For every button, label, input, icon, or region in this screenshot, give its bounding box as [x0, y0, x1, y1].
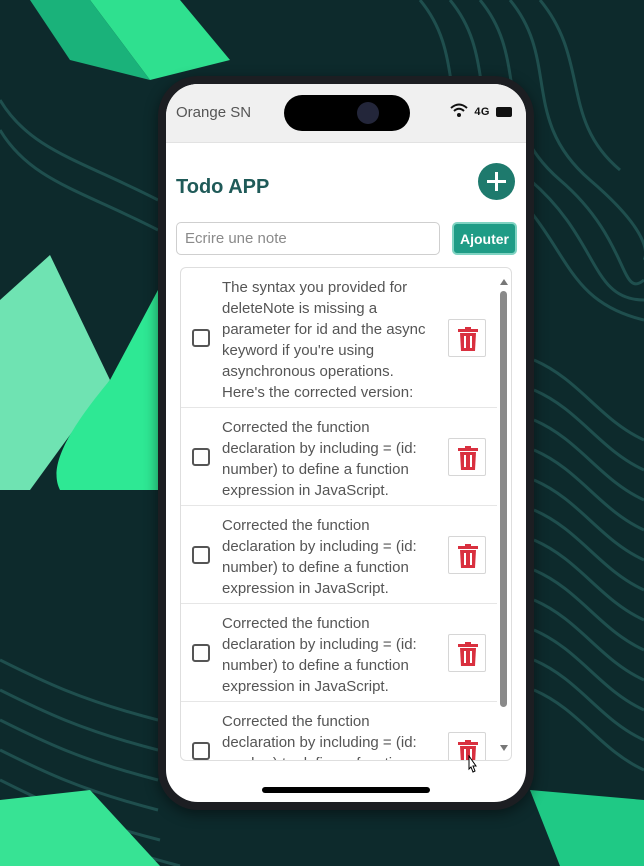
add-todo-button[interactable]	[478, 163, 515, 200]
todo-item: Corrected the function declaration by inc…	[181, 702, 497, 760]
todo-checkbox[interactable]	[192, 546, 210, 564]
todo-text: The syntax you provided for deleteNote is…	[222, 277, 436, 403]
todo-item: Corrected the function declaration by inc…	[181, 604, 497, 702]
todo-text-line: number) to define a function	[222, 461, 409, 478]
todo-list-content: The syntax you provided for deleteNote is…	[181, 268, 497, 760]
todo-text-line: Corrected the function	[222, 419, 370, 436]
trash-icon	[458, 446, 478, 470]
todo-item: Corrected the function declaration by inc…	[181, 408, 497, 506]
note-input[interactable]	[176, 222, 440, 255]
plus-icon	[487, 172, 506, 191]
todo-text-line: keyword if you're using	[222, 342, 375, 359]
battery-icon	[496, 107, 512, 117]
todo-item: Corrected the function declaration by inc…	[181, 506, 497, 604]
todo-text-line: declaration by including = (id:	[222, 538, 417, 555]
todo-text: Corrected the function declaration by inc…	[222, 613, 436, 697]
add-note-button[interactable]: Ajouter	[452, 222, 517, 255]
todo-list[interactable]: The syntax you provided for deleteNote is…	[180, 267, 512, 761]
network-label: 4G	[474, 106, 490, 118]
todo-text-line: number) to define a function	[222, 753, 436, 760]
todo-text: Corrected the function declaration by inc…	[222, 515, 436, 599]
todo-text-line: Corrected the function	[222, 713, 370, 730]
delete-todo-button[interactable]	[448, 319, 486, 357]
todo-checkbox[interactable]	[192, 742, 210, 760]
todo-text-line: expression in JavaScript.	[222, 580, 389, 597]
todo-checkbox[interactable]	[192, 448, 210, 466]
todo-item: The syntax you provided for deleteNote is…	[181, 268, 497, 408]
scroll-down-arrow-icon[interactable]	[500, 745, 508, 751]
phone-frame: Orange SN 4G Todo APP Ecrire une note Aj…	[158, 76, 534, 810]
todo-text-line: Here's the corrected version:	[222, 384, 414, 401]
wifi-icon	[450, 103, 468, 122]
todo-checkbox[interactable]	[192, 329, 210, 347]
todo-text: Corrected the function declaration by inc…	[222, 711, 436, 760]
scroll-up-arrow-icon[interactable]	[500, 279, 508, 285]
trash-icon	[458, 544, 478, 568]
home-indicator[interactable]	[262, 787, 430, 793]
scrollbar[interactable]	[497, 268, 511, 760]
todo-text-line: Corrected the function	[222, 517, 370, 534]
todo-text-line: number) to define a function	[222, 657, 409, 674]
todo-text-line: expression in JavaScript.	[222, 482, 389, 499]
todo-text-line: declaration by including = (id:	[222, 440, 417, 457]
todo-text-line: deleteNote is missing a	[222, 300, 378, 317]
app-title: Todo APP	[176, 176, 270, 198]
todo-checkbox[interactable]	[192, 644, 210, 662]
trash-icon	[458, 642, 478, 666]
dynamic-island	[284, 95, 410, 131]
status-bar: Orange SN 4G	[166, 84, 526, 143]
todo-text-line: declaration by including = (id:	[222, 636, 417, 653]
delete-todo-button[interactable]	[448, 536, 486, 574]
delete-todo-button[interactable]	[448, 634, 486, 672]
status-icons: 4G	[450, 102, 512, 122]
delete-todo-button[interactable]	[448, 438, 486, 476]
todo-text-line: declaration by including = (id:	[222, 734, 417, 751]
todo-text-line: number) to define a function	[222, 559, 409, 576]
todo-text-line: Corrected the function	[222, 615, 370, 632]
todo-text-line: The syntax you provided for	[222, 279, 408, 296]
mouse-cursor-icon	[468, 755, 477, 773]
phone-screen: Orange SN 4G Todo APP Ecrire une note Aj…	[166, 84, 526, 802]
scrollbar-thumb[interactable]	[500, 291, 507, 707]
front-camera	[357, 102, 379, 124]
todo-text-line: asynchronous operations.	[222, 363, 394, 380]
todo-text-line: parameter for id and the async	[222, 321, 426, 338]
todo-text: Corrected the function declaration by inc…	[222, 417, 436, 501]
trash-icon	[458, 327, 478, 351]
carrier-label: Orange SN	[176, 104, 252, 121]
todo-text-line: expression in JavaScript.	[222, 678, 389, 695]
